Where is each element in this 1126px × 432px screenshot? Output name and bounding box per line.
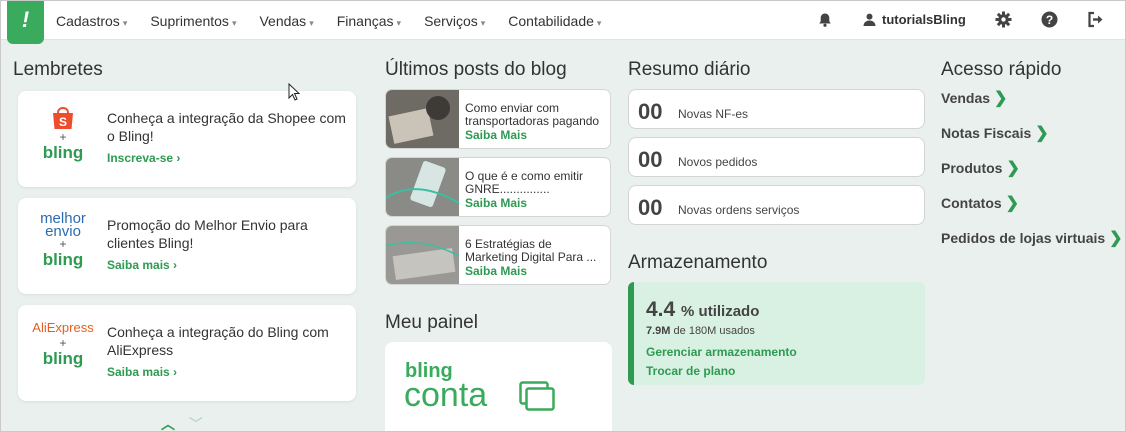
reminders-title: Lembretes: [13, 59, 103, 80]
shopee-bling-logo: S + bling: [32, 105, 94, 173]
shopee-bag-icon: S: [53, 106, 73, 129]
chevron-right-icon: ❯: [1035, 125, 1049, 142]
chevron-down-icon[interactable]: ﹀: [189, 416, 203, 431]
reminder-text: Promoção do Melhor Envio para clientes B…: [107, 217, 308, 251]
aliexpress-bling-logo: AliExpress + bling: [32, 320, 94, 368]
quick-link-produtos[interactable]: Produtos ❯: [941, 158, 1020, 178]
reminder-card-aliexpress: AliExpress + bling Conheça a integração …: [18, 305, 356, 401]
chevron-down-icon: ▾: [122, 17, 128, 28]
menu-financas[interactable]: Finanças ▾: [337, 13, 401, 29]
manage-storage-link[interactable]: Gerenciar armazenamento: [646, 345, 797, 359]
chevron-right-icon: ›: [173, 365, 178, 379]
panel-title: Meu painel: [385, 312, 478, 333]
logout-icon[interactable]: [1087, 11, 1104, 28]
quick-link-contatos[interactable]: Contatos ❯: [941, 193, 1019, 213]
chevron-up-icon[interactable]: ︿: [161, 416, 175, 431]
subscribe-link[interactable]: Inscreva-se ›: [107, 151, 180, 165]
main-menu: Cadastros ▾ Suprimentos ▾ Vendas ▾ Finanças…: [56, 1, 624, 40]
summary-item-nfe[interactable]: 00 Novas NF-es: [628, 89, 925, 129]
chevron-right-icon: ›: [173, 258, 178, 272]
chevron-right-icon: ❯: [1006, 160, 1020, 177]
user-icon: [863, 13, 876, 26]
menu-servicos[interactable]: Serviços ▾: [424, 13, 485, 29]
svg-text:?: ?: [1046, 13, 1053, 27]
chevron-down-icon: ▾: [480, 17, 486, 28]
read-more-link[interactable]: Saiba Mais: [465, 264, 527, 278]
melhor-envio-bling-logo: melhor envio + bling: [40, 210, 86, 269]
menu-contabilidade[interactable]: Contabilidade ▾: [508, 13, 601, 29]
mouse-cursor-icon: [288, 83, 300, 101]
chevron-right-icon: ❯: [994, 90, 1008, 107]
bling-conta-card[interactable]: bling conta: [385, 342, 612, 431]
bling-logo[interactable]: !: [7, 1, 44, 44]
bell-icon[interactable]: [817, 12, 833, 28]
blog-post-card[interactable]: O que é e como emitir GNRE..............…: [385, 157, 611, 217]
storage-title: Armazenamento: [628, 252, 768, 273]
chevron-right-icon: ❯: [1109, 230, 1123, 247]
summary-item-service-orders[interactable]: 00 Novas ordens serviços: [628, 185, 925, 225]
post-thumbnail: [386, 158, 459, 216]
reminder-card-melhor-envio: melhor envio + bling Promoção do Melhor …: [18, 198, 356, 294]
chevron-right-icon: ❯: [1005, 195, 1020, 212]
reminder-text: Conheça a integração do Bling com AliExp…: [107, 324, 329, 358]
summary-item-orders[interactable]: 00 Novos pedidos: [628, 137, 925, 177]
summary-title: Resumo diário: [628, 59, 751, 80]
chevron-down-icon: ▾: [596, 17, 602, 28]
quick-access-title: Acesso rápido: [941, 59, 1062, 80]
menu-vendas[interactable]: Vendas ▾: [259, 13, 313, 29]
change-plan-link[interactable]: Trocar de plano: [646, 364, 735, 378]
reminder-text: Conheça a integração da Shopee com o Bli…: [107, 110, 346, 144]
menu-cadastros[interactable]: Cadastros ▾: [56, 13, 127, 29]
storage-used: 7.9M de 180M usados: [646, 325, 755, 337]
menu-suprimentos[interactable]: Suprimentos ▾: [150, 13, 236, 29]
svg-text:S: S: [59, 115, 67, 129]
learn-more-link[interactable]: Saiba mais ›: [107, 258, 177, 272]
blog-title: Últimos posts do blog: [385, 59, 567, 80]
storage-percent: 4.4 % utilizado: [646, 298, 760, 321]
gear-icon[interactable]: [995, 11, 1012, 28]
storage-card: 4.4 % utilizado 7.9M de 180M usados Gere…: [628, 282, 925, 385]
quick-link-vendas[interactable]: Vendas ❯: [941, 88, 1007, 108]
reminder-card-shopee: S + bling Conheça a integração da Shopee…: [18, 91, 356, 187]
post-title: O que é e como emitir GNRE..............…: [465, 170, 584, 196]
quick-link-notas-fiscais[interactable]: Notas Fiscais ❯: [941, 123, 1049, 143]
read-more-link[interactable]: Saiba Mais: [465, 196, 527, 210]
window-icon: [519, 381, 555, 411]
post-thumbnail: [386, 226, 459, 284]
chevron-down-icon: ▾: [396, 17, 402, 28]
help-icon[interactable]: ?: [1041, 11, 1058, 28]
learn-more-link[interactable]: Saiba mais ›: [107, 365, 177, 379]
app-window: ! Cadastros ▾ Suprimentos ▾ Vendas ▾ Finanç…: [0, 0, 1126, 432]
blog-post-card[interactable]: Como enviar com transportadoras pagando …: [385, 89, 611, 149]
post-thumbnail: [386, 90, 459, 148]
chevron-right-icon: ›: [176, 151, 181, 165]
top-navbar: ! Cadastros ▾ Suprimentos ▾ Vendas ▾ Finanç…: [1, 1, 1125, 44]
conta-brand-text: conta: [404, 376, 488, 414]
chevron-down-icon: ▾: [309, 17, 314, 28]
reminders-carousel-nav: ︿ ﹀: [161, 414, 203, 431]
user-menu[interactable]: tutorialsBling: [863, 12, 966, 27]
chevron-down-icon: ▾: [231, 17, 237, 28]
post-title: 6 Estratégias de Marketing Digital Para …: [465, 238, 597, 264]
read-more-link[interactable]: Saiba Mais: [465, 128, 527, 142]
quick-link-pedidos-lojas[interactable]: Pedidos de lojas virtuais ❯: [941, 228, 1123, 248]
post-title: Como enviar com transportadoras pagando …: [465, 102, 600, 128]
blog-post-card[interactable]: 6 Estratégias de Marketing Digital Para …: [385, 225, 611, 285]
